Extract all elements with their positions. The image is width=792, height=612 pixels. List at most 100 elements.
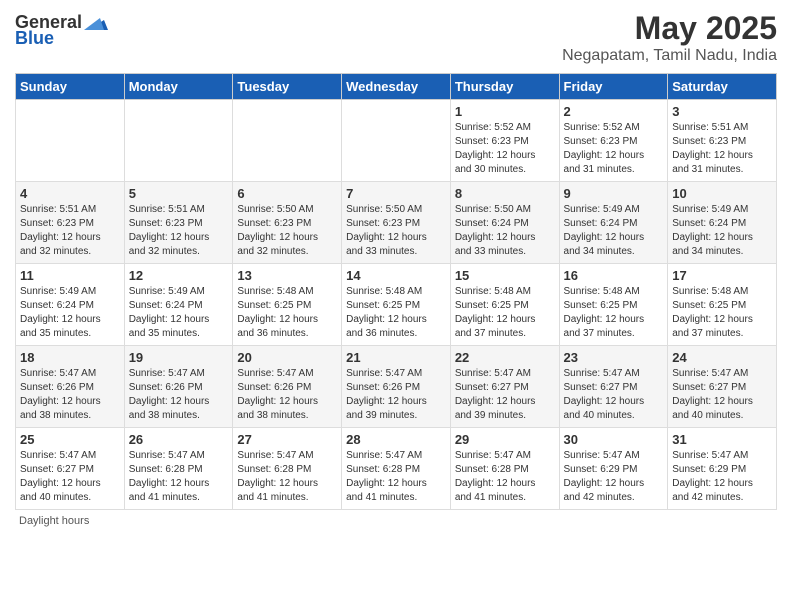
day-number: 6	[237, 186, 337, 201]
day-info: Sunrise: 5:48 AM Sunset: 6:25 PM Dayligh…	[564, 285, 664, 341]
calendar-cell-w2-d2: 5Sunrise: 5:51 AM Sunset: 6:23 PM Daylig…	[124, 182, 233, 264]
calendar-week-5: 25 Sunrise: 5:47 AM Sunset: 6:27 PM Dayli…	[16, 428, 777, 510]
day-info: Sunrise: 5:48 AM Sunset: 6:25 PM Dayligh…	[346, 285, 446, 341]
calendar-table: Sunday Monday Tuesday Wednesday Thursday…	[15, 73, 777, 510]
day-number: 11	[20, 268, 120, 283]
calendar-cell-w4-d7: 24 Sunrise: 5:47 AM Sunset: 6:27 PM Dayli…	[668, 346, 777, 428]
day-number: 2	[564, 104, 664, 119]
col-friday: Friday	[559, 74, 668, 100]
day-info: Sunrise: 5:49 AM Sunset: 6:24 PM Dayligh…	[564, 203, 664, 259]
day-number: 4	[20, 186, 120, 201]
day-info: Sunrise: 5:47 AM Sunset: 6:26 PM Dayligh…	[129, 367, 229, 423]
calendar-cell-w4-d4: 21 Sunrise: 5:47 AM Sunset: 6:26 PM Dayli…	[342, 346, 451, 428]
day-info: Sunrise: 5:47 AM Sunset: 6:27 PM Dayligh…	[672, 367, 772, 423]
day-info: Sunrise: 5:50 AM Sunset: 6:24 PM Dayligh…	[455, 203, 555, 259]
day-number: 18	[20, 350, 120, 365]
day-info: Sunrise: 5:47 AM Sunset: 6:27 PM Dayligh…	[455, 367, 555, 423]
calendar-week-1: 1 Sunrise: 5:52 AM Sunset: 6:23 PM Daylig…	[16, 100, 777, 182]
day-number: 15	[455, 268, 555, 283]
logo: General Blue	[15, 10, 108, 49]
calendar-cell-w3-d7: 17Sunrise: 5:48 AM Sunset: 6:25 PM Dayli…	[668, 264, 777, 346]
calendar-cell-w5-d3: 27Sunrise: 5:47 AM Sunset: 6:28 PM Dayli…	[233, 428, 342, 510]
day-number: 1	[455, 104, 555, 119]
day-number: 22	[455, 350, 555, 365]
day-number: 28	[346, 432, 446, 447]
day-number: 17	[672, 268, 772, 283]
day-info: Sunrise: 5:48 AM Sunset: 6:25 PM Dayligh…	[455, 285, 555, 341]
day-number: 10	[672, 186, 772, 201]
calendar-cell-w4-d6: 23 Sunrise: 5:47 AM Sunset: 6:27 PM Dayli…	[559, 346, 668, 428]
day-number: 26	[129, 432, 229, 447]
day-number: 14	[346, 268, 446, 283]
col-wednesday: Wednesday	[342, 74, 451, 100]
location-title: Negapatam, Tamil Nadu, India	[562, 47, 777, 65]
calendar-cell-w1-d3	[233, 100, 342, 182]
calendar-header-row: Sunday Monday Tuesday Wednesday Thursday…	[16, 74, 777, 100]
day-info: Sunrise: 5:52 AM Sunset: 6:23 PM Dayligh…	[455, 121, 555, 177]
day-info: Sunrise: 5:51 AM Sunset: 6:23 PM Dayligh…	[20, 203, 120, 259]
calendar-cell-w3-d4: 14 Sunrise: 5:48 AM Sunset: 6:25 PM Dayli…	[342, 264, 451, 346]
day-number: 24	[672, 350, 772, 365]
day-number: 25	[20, 432, 120, 447]
day-number: 8	[455, 186, 555, 201]
day-number: 29	[455, 432, 555, 447]
calendar-cell-w2-d5: 8 Sunrise: 5:50 AM Sunset: 6:24 PM Daylig…	[450, 182, 559, 264]
day-info: Sunrise: 5:49 AM Sunset: 6:24 PM Dayligh…	[129, 285, 229, 341]
calendar-cell-w3-d2: 12 Sunrise: 5:49 AM Sunset: 6:24 PM Dayli…	[124, 264, 233, 346]
day-number: 30	[564, 432, 664, 447]
logo-icon	[84, 10, 108, 34]
day-info: Sunrise: 5:47 AM Sunset: 6:26 PM Dayligh…	[346, 367, 446, 423]
day-number: 16	[564, 268, 664, 283]
calendar-cell-w2-d7: 10 Sunrise: 5:49 AM Sunset: 6:24 PM Dayli…	[668, 182, 777, 264]
calendar-cell-w1-d2	[124, 100, 233, 182]
calendar-week-2: 4 Sunrise: 5:51 AM Sunset: 6:23 PM Daylig…	[16, 182, 777, 264]
col-saturday: Saturday	[668, 74, 777, 100]
day-info: Sunrise: 5:47 AM Sunset: 6:27 PM Dayligh…	[20, 449, 120, 505]
calendar-cell-w3-d1: 11Sunrise: 5:49 AM Sunset: 6:24 PM Dayli…	[16, 264, 125, 346]
day-info: Sunrise: 5:51 AM Sunset: 6:23 PM Dayligh…	[129, 203, 229, 259]
calendar-cell-w1-d6: 2 Sunrise: 5:52 AM Sunset: 6:23 PM Daylig…	[559, 100, 668, 182]
day-info: Sunrise: 5:47 AM Sunset: 6:28 PM Dayligh…	[455, 449, 555, 505]
month-title: May 2025	[562, 10, 777, 47]
day-info: Sunrise: 5:48 AM Sunset: 6:25 PM Dayligh…	[237, 285, 337, 341]
calendar-week-4: 18 Sunrise: 5:47 AM Sunset: 6:26 PM Dayli…	[16, 346, 777, 428]
day-number: 7	[346, 186, 446, 201]
day-info: Sunrise: 5:47 AM Sunset: 6:26 PM Dayligh…	[237, 367, 337, 423]
page: General Blue May 2025 Negapatam, Tamil N…	[0, 0, 792, 612]
day-number: 31	[672, 432, 772, 447]
calendar-cell-w5-d4: 28Sunrise: 5:47 AM Sunset: 6:28 PM Dayli…	[342, 428, 451, 510]
calendar-cell-w4-d3: 20 Sunrise: 5:47 AM Sunset: 6:26 PM Dayli…	[233, 346, 342, 428]
col-sunday: Sunday	[16, 74, 125, 100]
calendar-cell-w1-d1	[16, 100, 125, 182]
calendar-cell-w2-d1: 4 Sunrise: 5:51 AM Sunset: 6:23 PM Daylig…	[16, 182, 125, 264]
day-info: Sunrise: 5:50 AM Sunset: 6:23 PM Dayligh…	[237, 203, 337, 259]
day-number: 12	[129, 268, 229, 283]
calendar-cell-w3-d3: 13 Sunrise: 5:48 AM Sunset: 6:25 PM Dayli…	[233, 264, 342, 346]
day-number: 19	[129, 350, 229, 365]
calendar-cell-w2-d3: 6 Sunrise: 5:50 AM Sunset: 6:23 PM Daylig…	[233, 182, 342, 264]
calendar-cell-w3-d5: 15 Sunrise: 5:48 AM Sunset: 6:25 PM Dayli…	[450, 264, 559, 346]
header: General Blue May 2025 Negapatam, Tamil N…	[15, 10, 777, 65]
day-number: 20	[237, 350, 337, 365]
day-info: Sunrise: 5:52 AM Sunset: 6:23 PM Dayligh…	[564, 121, 664, 177]
day-number: 9	[564, 186, 664, 201]
logo-blue: Blue	[15, 28, 54, 49]
day-number: 21	[346, 350, 446, 365]
day-number: 13	[237, 268, 337, 283]
day-info: Sunrise: 5:47 AM Sunset: 6:26 PM Dayligh…	[20, 367, 120, 423]
day-number: 23	[564, 350, 664, 365]
calendar-cell-w1-d4	[342, 100, 451, 182]
calendar-cell-w4-d5: 22 Sunrise: 5:47 AM Sunset: 6:27 PM Dayli…	[450, 346, 559, 428]
day-info: Sunrise: 5:49 AM Sunset: 6:24 PM Dayligh…	[672, 203, 772, 259]
calendar-cell-w5-d5: 29 Sunrise: 5:47 AM Sunset: 6:28 PM Dayli…	[450, 428, 559, 510]
calendar-cell-w2-d6: 9 Sunrise: 5:49 AM Sunset: 6:24 PM Daylig…	[559, 182, 668, 264]
calendar-cell-w4-d1: 18 Sunrise: 5:47 AM Sunset: 6:26 PM Dayli…	[16, 346, 125, 428]
calendar-cell-w1-d7: 3Sunrise: 5:51 AM Sunset: 6:23 PM Daylig…	[668, 100, 777, 182]
day-info: Sunrise: 5:47 AM Sunset: 6:28 PM Dayligh…	[237, 449, 337, 505]
calendar-cell-w3-d6: 16 Sunrise: 5:48 AM Sunset: 6:25 PM Dayli…	[559, 264, 668, 346]
footer-label: Daylight hours	[15, 515, 777, 527]
day-info: Sunrise: 5:47 AM Sunset: 6:27 PM Dayligh…	[564, 367, 664, 423]
calendar-cell-w5-d2: 26Sunrise: 5:47 AM Sunset: 6:28 PM Dayli…	[124, 428, 233, 510]
calendar-cell-w2-d4: 7Sunrise: 5:50 AM Sunset: 6:23 PM Daylig…	[342, 182, 451, 264]
day-info: Sunrise: 5:51 AM Sunset: 6:23 PM Dayligh…	[672, 121, 772, 177]
